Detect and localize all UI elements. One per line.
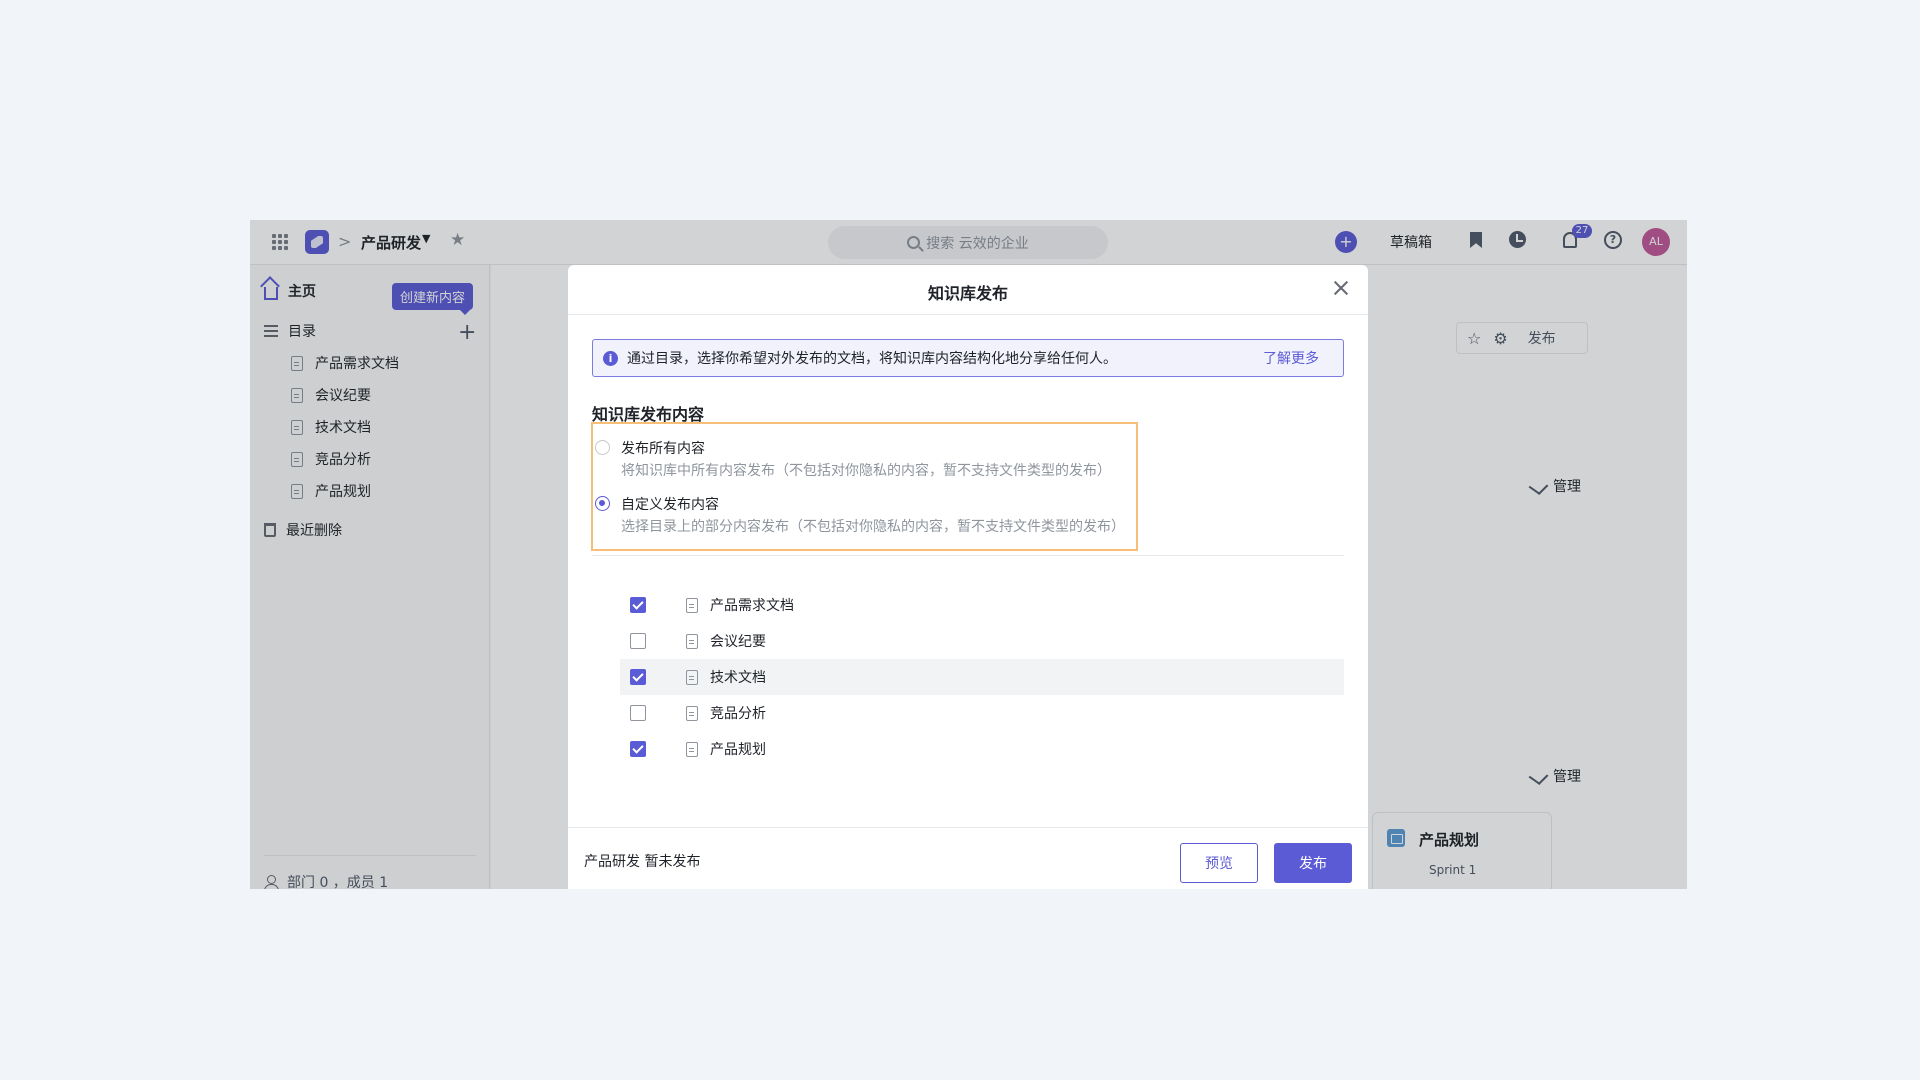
publish-status: 产品研发 暂未发布 (584, 854, 701, 870)
list-item[interactable]: 会议纪要 (620, 623, 1344, 659)
info-banner: i 通过目录，选择你希望对外发布的文档，将知识库内容结构化地分享给任何人。 了解… (592, 339, 1344, 377)
info-text: 通过目录，选择你希望对外发布的文档，将知识库内容结构化地分享给任何人。 (627, 351, 1117, 367)
preview-button[interactable]: 预览 (1180, 843, 1258, 883)
list-item[interactable]: 产品规划 (620, 731, 1344, 767)
document-checkbox[interactable] (630, 705, 646, 721)
document-icon (686, 597, 698, 613)
option-label: 自定义发布内容 (621, 497, 719, 513)
document-icon (686, 741, 698, 757)
document-name: 技术文档 (710, 670, 766, 686)
publish-button[interactable]: 发布 (1274, 843, 1352, 883)
option-description: 将知识库中所有内容发布（不包括对你隐私的内容，暂不支持文件类型的发布） (621, 463, 1111, 479)
learn-more-link[interactable]: 了解更多 (1263, 348, 1333, 368)
document-name: 产品规划 (710, 742, 766, 758)
list-item[interactable]: 技术文档 (620, 659, 1344, 695)
document-name: 产品需求文档 (710, 598, 794, 614)
document-name: 会议纪要 (710, 634, 766, 650)
app-window: > 产品研发 ▼ ★ 搜索 云效的企业 + 草稿箱 27 ? AL 主页 创建新… (250, 220, 1687, 889)
info-icon: i (603, 350, 618, 366)
document-checkbox[interactable] (630, 741, 646, 757)
document-checkbox[interactable] (630, 597, 646, 613)
dialog-title: 知识库发布 (927, 284, 1008, 303)
radio-publish-custom[interactable] (595, 496, 610, 511)
dialog-footer: 产品研发 暂未发布 预览 发布 (568, 827, 1368, 889)
document-checkbox[interactable] (630, 669, 646, 685)
divider (592, 555, 1344, 556)
document-icon (686, 705, 698, 721)
document-checkbox[interactable] (630, 633, 646, 649)
document-name: 竞品分析 (710, 706, 766, 722)
publish-dialog: 知识库发布 i 通过目录，选择你希望对外发布的文档，将知识库内容结构化地分享给任… (568, 265, 1368, 889)
close-icon[interactable] (1332, 279, 1350, 297)
radio-publish-all[interactable] (595, 440, 610, 455)
list-item[interactable]: 产品需求文档 (620, 587, 1344, 623)
dialog-header: 知识库发布 (568, 265, 1368, 315)
document-icon (686, 633, 698, 649)
document-icon (686, 669, 698, 685)
option-label: 发布所有内容 (621, 441, 705, 457)
list-item[interactable]: 竞品分析 (620, 695, 1344, 731)
publish-options: 发布所有内容 将知识库中所有内容发布（不包括对你隐私的内容，暂不支持文件类型的发… (591, 422, 1138, 551)
option-description: 选择目录上的部分内容发布（不包括对你隐私的内容，暂不支持文件类型的发布） (621, 519, 1125, 535)
